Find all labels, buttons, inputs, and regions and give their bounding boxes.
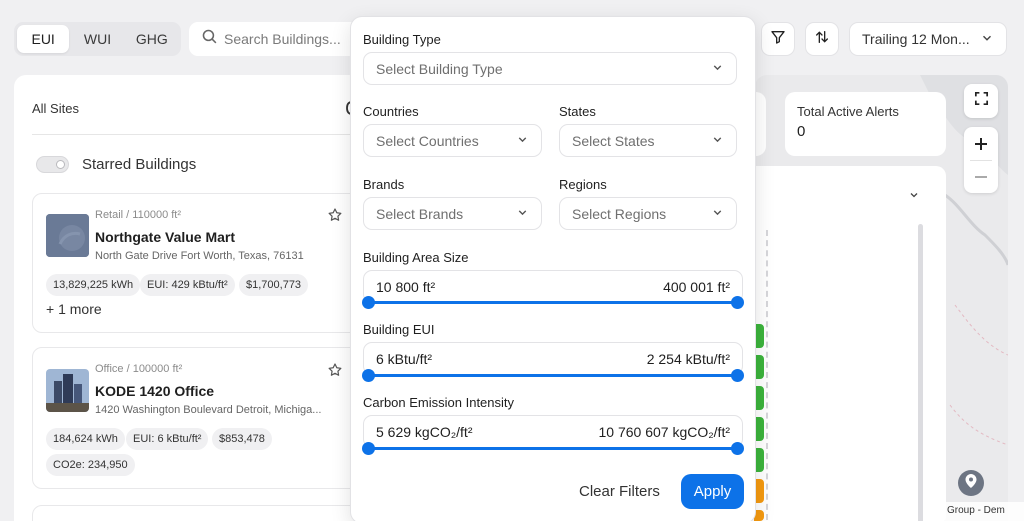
chevron-down-icon[interactable] — [908, 188, 920, 206]
regions-placeholder: Select Regions — [572, 205, 667, 222]
building-type-placeholder: Select Building Type — [376, 60, 503, 77]
carbon-max-handle[interactable] — [731, 442, 744, 455]
brands-label: Brands — [363, 177, 405, 192]
map-attribution: Group - Dem — [945, 502, 1024, 521]
eui-label: Building EUI — [363, 322, 435, 337]
building-address: 1420 Washington Boulevard Detroit, Michi… — [95, 404, 322, 416]
alerts-card: Total Active Alerts 0 — [785, 92, 946, 156]
divider — [32, 134, 362, 135]
building-thumbnail — [46, 369, 89, 412]
location-pin-icon — [965, 473, 977, 493]
search-icon — [201, 28, 218, 50]
chart-axis — [766, 230, 768, 520]
eui-min-handle[interactable] — [362, 369, 375, 382]
carbon-range-track[interactable] — [368, 447, 738, 450]
chevron-down-icon — [980, 31, 994, 48]
area-label: Building Area Size — [363, 250, 469, 265]
location-pin-button[interactable] — [958, 470, 984, 496]
eui-range-display: 6 kBtu/ft² 2 254 kBtu/ft² — [363, 342, 743, 375]
building-type-select[interactable]: Select Building Type — [363, 52, 737, 85]
zoom-controls — [964, 127, 998, 193]
starred-toggle[interactable] — [36, 156, 69, 173]
area-max-value: 400 001 ft² — [663, 278, 730, 295]
apply-button[interactable]: Apply — [681, 474, 744, 509]
filter-button[interactable] — [761, 22, 795, 56]
alerts-value: 0 — [797, 123, 806, 140]
sort-icon — [814, 29, 830, 50]
chevron-down-icon — [516, 133, 529, 149]
building-name: KODE 1420 Office — [95, 383, 215, 399]
states-label: States — [559, 104, 596, 119]
metric-option-wui[interactable]: WUI — [71, 25, 123, 53]
area-max-handle[interactable] — [731, 296, 744, 309]
clear-filters-button[interactable]: Clear Filters — [579, 483, 660, 500]
area-min-handle[interactable] — [362, 296, 375, 309]
building-type: Office / 100000 ft² — [95, 363, 183, 375]
brands-select[interactable]: Select Brands — [363, 197, 542, 230]
area-range-display: 10 800 ft² 400 001 ft² — [363, 270, 743, 303]
building-card[interactable]: Office / 100000 ft² KODE 1420 Office 142… — [32, 347, 362, 489]
metric-toggle: EUI WUI GHG — [14, 22, 181, 56]
building-card[interactable] — [32, 505, 362, 521]
zoom-in-button[interactable] — [964, 127, 998, 160]
alerts-title: Total Active Alerts — [797, 104, 899, 119]
search-bar — [189, 22, 364, 56]
countries-select[interactable]: Select Countries — [363, 124, 542, 157]
building-type: Retail / 110000 ft² — [95, 209, 182, 221]
all-sites-label: All Sites — [32, 101, 79, 116]
eui-max-value: 2 254 kBtu/ft² — [646, 350, 730, 367]
stat-chip: $853,478 — [212, 428, 272, 450]
chart-card — [740, 166, 946, 521]
stat-chip: EUI: 429 kBtu/ft² — [140, 274, 235, 296]
regions-select[interactable]: Select Regions — [559, 197, 737, 230]
carbon-max-value: 10 760 607 kgCO₂/ft² — [598, 423, 730, 440]
countries-placeholder: Select Countries — [376, 132, 479, 149]
chevron-down-icon — [711, 206, 724, 222]
carbon-label: Carbon Emission Intensity — [363, 395, 515, 410]
star-icon[interactable] — [327, 362, 343, 383]
carbon-range-display: 5 629 kgCO₂/ft² 10 760 607 kgCO₂/ft² — [363, 415, 743, 448]
filter-icon — [770, 29, 786, 50]
states-select[interactable]: Select States — [559, 124, 737, 157]
building-card[interactable]: Retail / 110000 ft² Northgate Value Mart… — [32, 193, 362, 333]
stat-chip: 13,829,225 kWh — [46, 274, 141, 296]
building-thumbnail — [46, 214, 89, 257]
eui-min-value: 6 kBtu/ft² — [376, 350, 433, 367]
metric-option-eui[interactable]: EUI — [17, 25, 70, 53]
states-placeholder: Select States — [572, 132, 655, 149]
metric-option-ghg[interactable]: GHG — [126, 25, 178, 53]
stat-chip: CO2e: 234,950 — [46, 454, 135, 476]
area-min-value: 10 800 ft² — [376, 278, 436, 295]
sort-button[interactable] — [805, 22, 839, 56]
building-type-label: Building Type — [363, 32, 441, 47]
eui-max-handle[interactable] — [731, 369, 744, 382]
period-label: Trailing 12 Mon... — [862, 31, 970, 47]
building-address: North Gate Drive Fort Worth, Texas, 7613… — [95, 250, 304, 262]
area-range-track[interactable] — [368, 301, 738, 304]
starred-buildings-label: Starred Buildings — [82, 156, 197, 173]
chevron-down-icon — [711, 133, 724, 149]
chart-scrollbar[interactable] — [918, 224, 923, 521]
building-name: Northgate Value Mart — [95, 229, 236, 245]
carbon-min-value: 5 629 kgCO₂/ft² — [376, 423, 473, 440]
stat-chip: EUI: 6 kBtu/ft² — [126, 428, 209, 450]
star-icon[interactable] — [327, 207, 343, 228]
zoom-out-button[interactable] — [964, 160, 998, 193]
stat-chip: 184,624 kWh — [46, 428, 125, 450]
brands-placeholder: Select Brands — [376, 205, 464, 222]
regions-label: Regions — [559, 177, 607, 192]
period-select[interactable]: Trailing 12 Mon... — [849, 22, 1007, 56]
chevron-down-icon — [516, 206, 529, 222]
countries-label: Countries — [363, 104, 419, 119]
more-link[interactable]: + 1 more — [46, 301, 102, 317]
fullscreen-icon — [973, 90, 990, 113]
fullscreen-button[interactable] — [964, 84, 998, 118]
eui-range-track[interactable] — [368, 374, 738, 377]
stat-chip: $1,700,773 — [239, 274, 309, 296]
carbon-min-handle[interactable] — [362, 442, 375, 455]
filter-popover: Building Type Select Building Type Count… — [350, 16, 756, 521]
search-input[interactable] — [224, 31, 354, 47]
chevron-down-icon — [711, 61, 724, 77]
